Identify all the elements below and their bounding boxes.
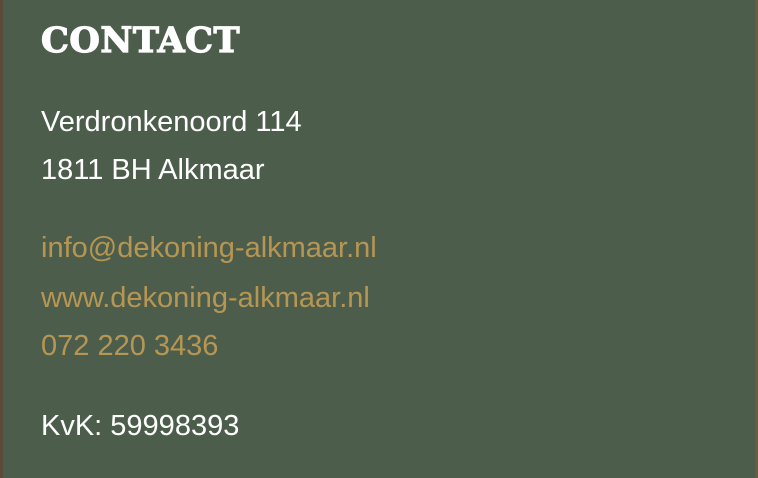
website-link[interactable]: www.dekoning-alkmaar.nl — [41, 280, 370, 316]
address-city: 1811 BH Alkmaar — [41, 154, 265, 186]
phone-link[interactable]: 072 220 3436 — [41, 328, 218, 364]
left-border — [0, 0, 3, 478]
kvk-number: KvK: 59998393 — [41, 410, 240, 442]
address-street: Verdronkenoord 114 — [41, 106, 302, 138]
email-link[interactable]: info@dekoning-alkmaar.nl — [41, 230, 377, 266]
contact-panel: CONTACT Verdronkenoord 114 1811 BH Alkma… — [40, 0, 738, 478]
contact-title: CONTACT — [40, 19, 241, 61]
